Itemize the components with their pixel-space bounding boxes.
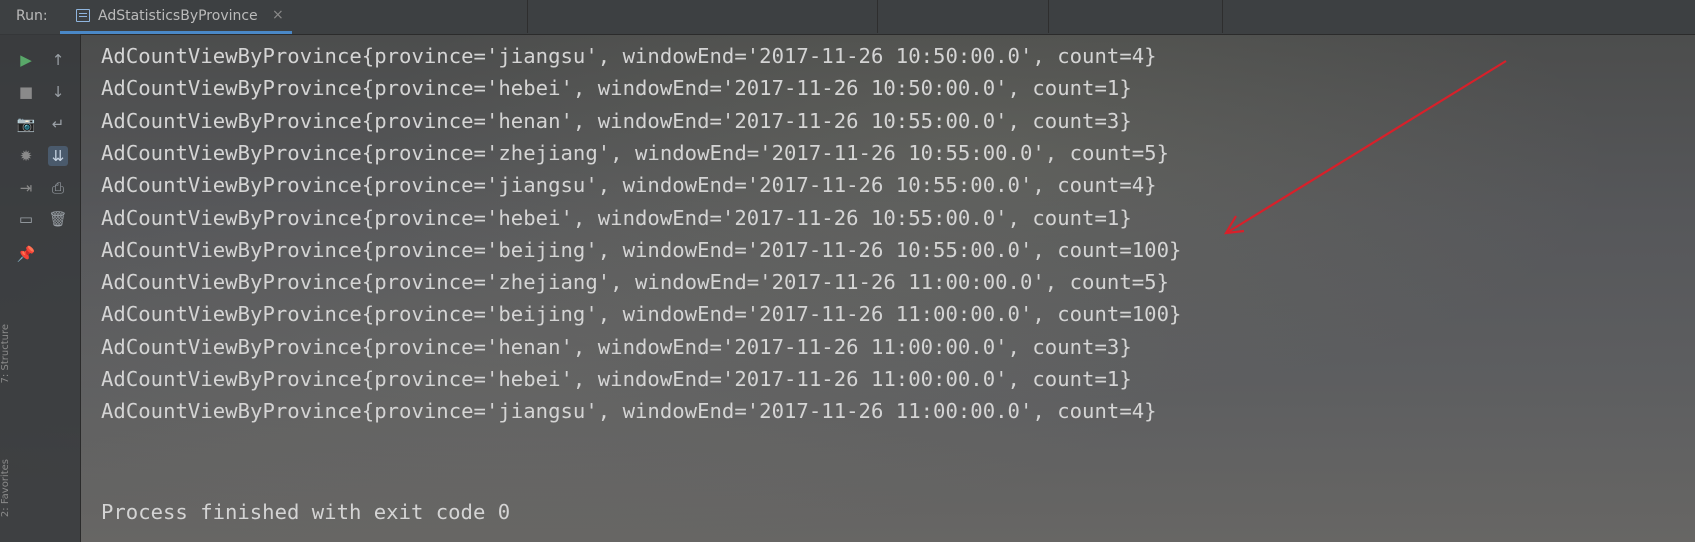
divider bbox=[527, 0, 528, 33]
up-arrow-icon[interactable]: ↑ bbox=[48, 50, 68, 70]
divider bbox=[1048, 0, 1049, 33]
run-tool-window-sidebar: ▶ ■ 📷 ✹ ⇥ ▭ 📌 ↑ ↓ ↵ ⇊ ⎙ 🗑 7: Structure 2: Favorites bbox=[0, 34, 81, 542]
scroll-to-end-icon[interactable]: ⇊ bbox=[48, 146, 68, 166]
tab-label: AdStatisticsByProvince bbox=[98, 8, 258, 24]
console-tab-icon bbox=[76, 9, 90, 22]
structure-tab[interactable]: 7: Structure bbox=[0, 324, 11, 383]
print-icon[interactable]: ⎙ bbox=[48, 178, 68, 198]
exit-icon[interactable]: ⇥ bbox=[16, 178, 36, 198]
annotation-arrow bbox=[1223, 60, 1507, 235]
run-icon[interactable]: ▶ bbox=[16, 50, 36, 70]
console-output[interactable]: AdCountViewByProvince{province='jiangsu'… bbox=[81, 34, 1695, 542]
stop-icon[interactable]: ■ bbox=[16, 82, 36, 102]
run-toolbar: Run: AdStatisticsByProvince × bbox=[0, 0, 1695, 35]
tab-adstatisticsbyprovince[interactable]: AdStatisticsByProvince × bbox=[60, 0, 292, 34]
arrow-line bbox=[1227, 60, 1507, 233]
layout-icon[interactable]: ▭ bbox=[16, 209, 36, 229]
divider bbox=[1222, 0, 1223, 33]
camera-icon[interactable]: 📷 bbox=[16, 114, 36, 134]
run-label: Run: bbox=[16, 8, 48, 24]
debug-icon[interactable]: ✹ bbox=[16, 146, 36, 166]
divider bbox=[877, 0, 878, 33]
trash-icon[interactable]: 🗑 bbox=[48, 209, 68, 229]
down-arrow-icon[interactable]: ↓ bbox=[48, 82, 68, 102]
favorites-tab[interactable]: 2: Favorites bbox=[0, 459, 11, 517]
close-icon[interactable]: × bbox=[272, 7, 284, 23]
soft-wrap-icon[interactable]: ↵ bbox=[48, 114, 68, 134]
pin-icon[interactable]: 📌 bbox=[16, 244, 36, 264]
